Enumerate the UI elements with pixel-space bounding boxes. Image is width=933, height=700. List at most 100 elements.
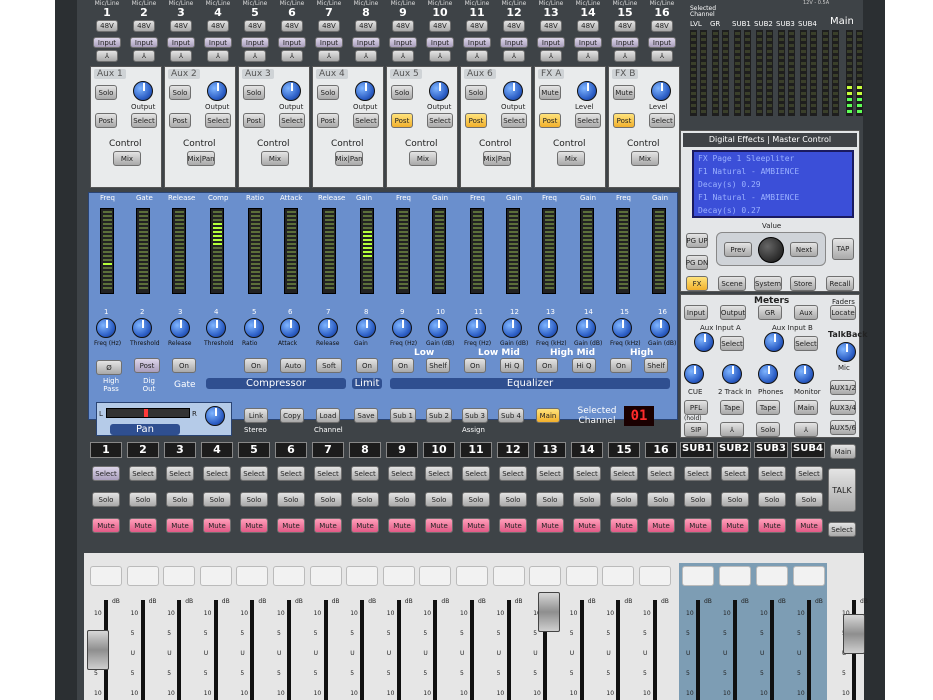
gate-on-button[interactable]: On [172, 358, 196, 373]
input-link-button[interactable]: ⅄ [355, 50, 377, 62]
meter-gr-button[interactable]: GR [758, 305, 782, 320]
input-select-button[interactable]: Input [537, 37, 565, 48]
aux-select-button[interactable]: Select [501, 113, 527, 128]
channel-mute-button[interactable]: Mute [92, 518, 120, 533]
aux-select-button[interactable]: Select [575, 113, 601, 128]
assign-sub3-button[interactable]: Sub 3 [462, 408, 488, 423]
phantom-48v-button[interactable]: 48V [429, 20, 451, 32]
channel-mute-button[interactable]: Mute [388, 518, 416, 533]
sub-mute-button[interactable]: Mute [758, 518, 786, 533]
channel-solo-button[interactable]: Solo [203, 492, 231, 507]
aux-solo-button[interactable]: Mute [613, 85, 635, 100]
two-track-knob[interactable] [722, 364, 742, 384]
input-link-button[interactable]: ⅄ [429, 50, 451, 62]
sub-select-button[interactable]: Select [721, 466, 749, 481]
monitor-link-button[interactable]: ⅄ [794, 422, 818, 437]
two-track-tape-button[interactable]: Tape [720, 400, 744, 415]
phantom-48v-button[interactable]: 48V [355, 20, 377, 32]
input-select-button[interactable]: Input [241, 37, 269, 48]
aux-input-b-knob[interactable] [764, 332, 784, 352]
sub-mute-button[interactable]: Mute [721, 518, 749, 533]
input-select-button[interactable]: Input [130, 37, 158, 48]
phones-knob[interactable] [758, 364, 778, 384]
channel-select-button[interactable]: Select [129, 466, 157, 481]
phantom-48v-button[interactable]: 48V [133, 20, 155, 32]
channel-solo-button[interactable]: Solo [240, 492, 268, 507]
sub-select-button[interactable]: Select [795, 466, 823, 481]
channel-solo-button[interactable]: Solo [129, 492, 157, 507]
phantom-48v-button[interactable]: 48V [281, 20, 303, 32]
sip-button[interactable]: SIP [684, 422, 708, 437]
input-select-button[interactable]: Input [500, 37, 528, 48]
sub-select-button[interactable]: Select [684, 466, 712, 481]
talkback-aux34-button[interactable]: AUX3/4 [830, 400, 856, 415]
aux-solo-button[interactable]: Solo [391, 85, 413, 100]
channel-select-button[interactable]: Select [92, 466, 120, 481]
channel-solo-button[interactable]: Solo [314, 492, 342, 507]
aux-solo-button[interactable]: Mute [539, 85, 561, 100]
channel-select-button[interactable]: Select [388, 466, 416, 481]
channel-solo-button[interactable]: Solo [647, 492, 675, 507]
phantom-48v-button[interactable]: 48V [244, 20, 266, 32]
limit-on-button[interactable]: On [356, 358, 378, 373]
input-link-button[interactable]: ⅄ [614, 50, 636, 62]
strip-knob[interactable] [502, 318, 522, 338]
input-select-button[interactable]: Input [278, 37, 306, 48]
aux-post-button[interactable]: Post [95, 113, 117, 128]
strip-knob[interactable] [132, 318, 152, 338]
page-up-button[interactable]: PG UP [686, 233, 708, 248]
high-pass-button[interactable]: Ø [96, 360, 122, 375]
channel-solo-button[interactable]: Solo [388, 492, 416, 507]
phones-tape-button[interactable]: Tape [756, 400, 780, 415]
phantom-48v-button[interactable]: 48V [651, 20, 673, 32]
channel-solo-button[interactable]: Solo [610, 492, 638, 507]
phantom-48v-button[interactable]: 48V [96, 20, 118, 32]
sub-mute-button[interactable]: Mute [684, 518, 712, 533]
phantom-48v-button[interactable]: 48V [318, 20, 340, 32]
aux-output-knob[interactable] [577, 81, 597, 101]
phantom-48v-button[interactable]: 48V [170, 20, 192, 32]
strip-knob[interactable] [206, 318, 226, 338]
input-link-button[interactable]: ⅄ [244, 50, 266, 62]
channel-mute-button[interactable]: Mute [240, 518, 268, 533]
aux-b-select-button[interactable]: Select [794, 336, 818, 351]
comp-soft-button[interactable]: Soft [316, 358, 342, 373]
assign-sub1-button[interactable]: Sub 1 [390, 408, 416, 423]
aux-input-a-knob[interactable] [694, 332, 714, 352]
two-track-link-button[interactable]: ⅄ [720, 422, 744, 437]
meter-output-button[interactable]: Output [720, 305, 746, 320]
aux-post-button[interactable]: Post [317, 113, 339, 128]
input-select-button[interactable]: Input [611, 37, 639, 48]
strip-knob[interactable] [280, 318, 300, 338]
aux-post-button[interactable]: Post [465, 113, 487, 128]
phantom-48v-button[interactable]: 48V [503, 20, 525, 32]
store-button[interactable]: Store [790, 276, 816, 291]
channel-mute-button[interactable]: Mute [203, 518, 231, 533]
pfl-button[interactable]: PFL [684, 400, 708, 415]
phantom-48v-button[interactable]: 48V [577, 20, 599, 32]
prev-button[interactable]: Prev [724, 242, 752, 257]
channel-select-button[interactable]: Select [647, 466, 675, 481]
aux-solo-button[interactable]: Solo [95, 85, 117, 100]
meter-aux-button[interactable]: Aux [794, 305, 818, 320]
channel-select-button[interactable]: Select [536, 466, 564, 481]
eq-highmid-hiq-button[interactable]: Hi Q [572, 358, 596, 373]
aux-post-button[interactable]: Post [169, 113, 191, 128]
channel-select-button[interactable]: Select [277, 466, 305, 481]
talkback-main-button[interactable]: Main [830, 444, 856, 459]
aux-output-knob[interactable] [281, 81, 301, 101]
channel-select-button[interactable]: Select [314, 466, 342, 481]
strip-knob[interactable] [392, 318, 412, 338]
strip-knob[interactable] [466, 318, 486, 338]
strip-knob[interactable] [612, 318, 632, 338]
input-link-button[interactable]: ⅄ [651, 50, 673, 62]
strip-knob[interactable] [650, 318, 670, 338]
aux-output-knob[interactable] [651, 81, 671, 101]
aux-select-button[interactable]: Select [279, 113, 305, 128]
comp-on-button[interactable]: On [244, 358, 268, 373]
eq-lowmid-on-button[interactable]: On [464, 358, 486, 373]
input-select-button[interactable]: Input [315, 37, 343, 48]
eq-low-on-button[interactable]: On [392, 358, 414, 373]
page-down-button[interactable]: PG DN [686, 255, 708, 270]
aux-select-button[interactable]: Select [205, 113, 231, 128]
